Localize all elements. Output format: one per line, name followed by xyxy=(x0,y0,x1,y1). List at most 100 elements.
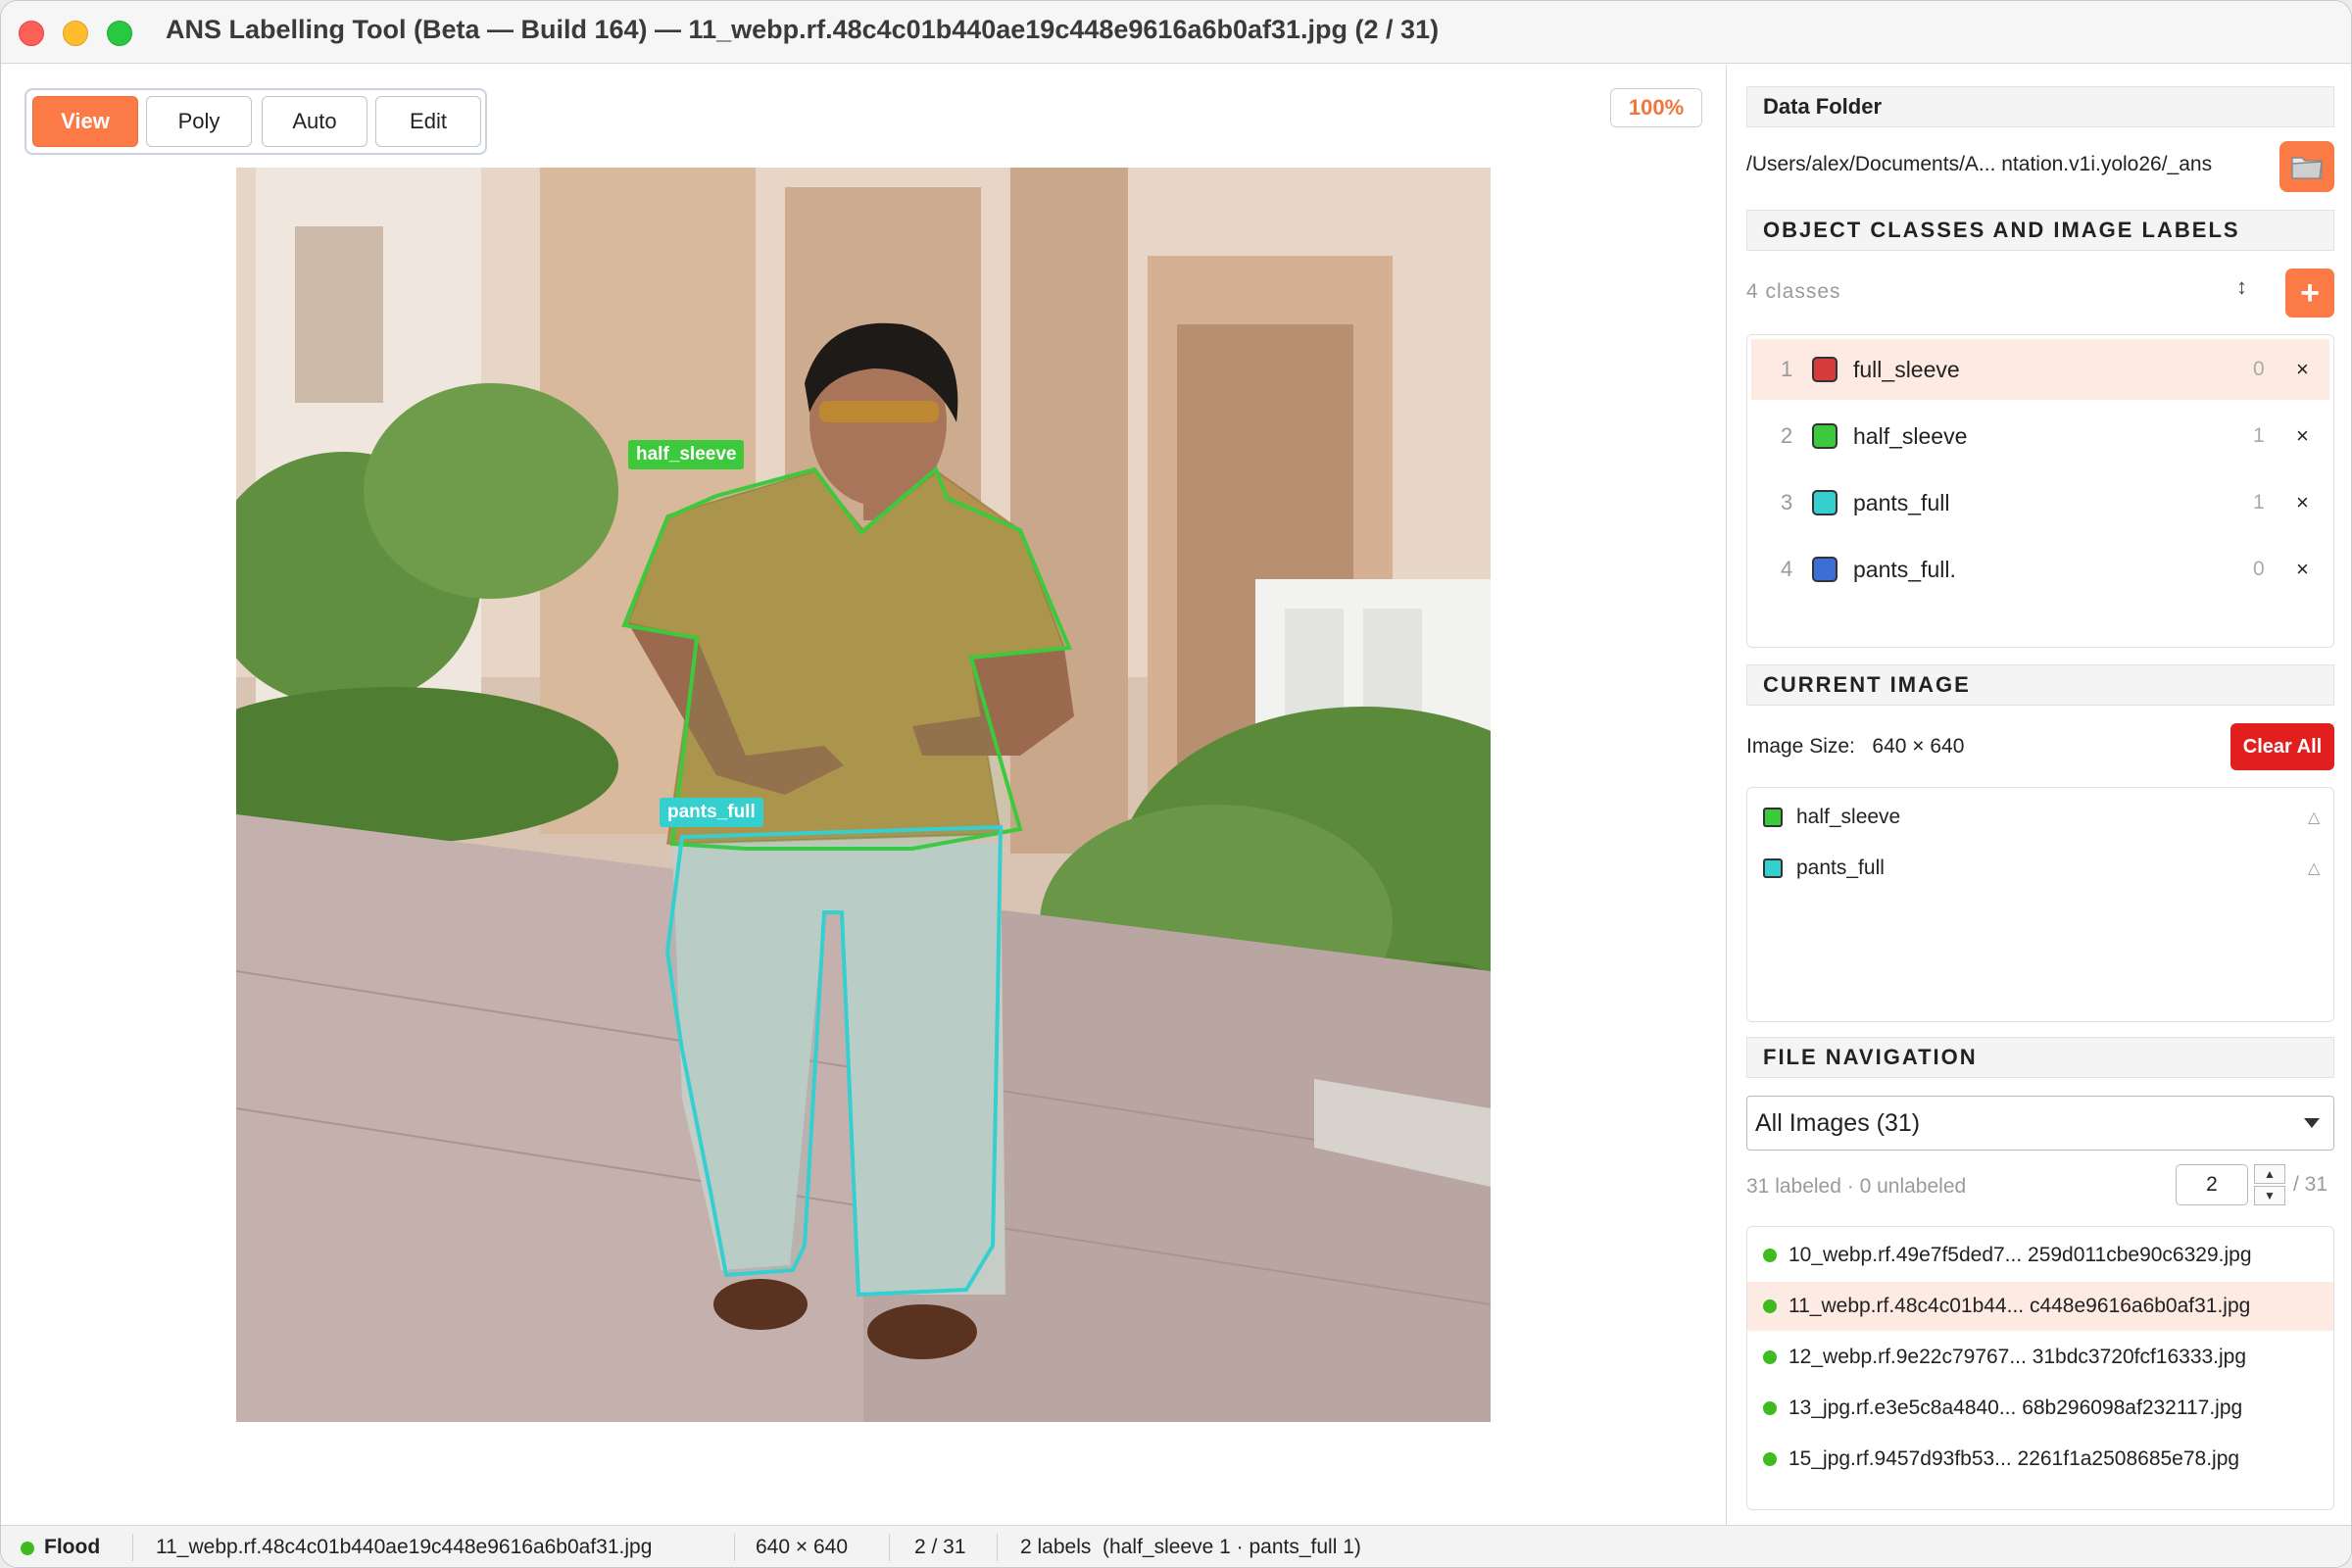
image-size: Image Size: 640 × 640 xyxy=(1746,735,1964,759)
current-image-heading: CURRENT IMAGE xyxy=(1746,664,2334,706)
status-dot xyxy=(21,1542,34,1555)
page-total: / 31 xyxy=(2293,1173,2328,1196)
image-filter-value: All Images (31) xyxy=(1755,1108,1921,1137)
class-name: half_sleeve xyxy=(1853,422,1968,449)
label-stats: 31 labeled · 0 unlabeled xyxy=(1746,1175,1967,1198)
class-color-swatch[interactable] xyxy=(1812,357,1838,382)
side-panel: Data Folder /Users/alex/Documents/A... n… xyxy=(1726,65,2351,1525)
page-stepper: ▲ ▼ xyxy=(2254,1164,2285,1205)
file-row[interactable]: 13_jpg.rf.e3e5c8a4840... 68b296098af2321… xyxy=(1747,1384,2333,1433)
file-name: 13_jpg.rf.e3e5c8a4840... 68b296098af2321… xyxy=(1788,1396,2243,1419)
clear-all-button[interactable]: Clear All xyxy=(2230,723,2334,770)
class-number: 3 xyxy=(1781,490,1793,514)
file-name: 10_webp.rf.49e7f5ded7... 259d011cbe90c63… xyxy=(1788,1244,2252,1266)
mode-toolbar: View Poly Auto Edit xyxy=(24,88,487,155)
image-filter-select[interactable]: All Images (31) xyxy=(1746,1096,2334,1151)
class-number: 2 xyxy=(1781,423,1793,448)
image-canvas xyxy=(236,168,1491,1422)
class-name: pants_full xyxy=(1853,489,1950,515)
labeled-status-dot xyxy=(1763,1350,1777,1364)
warning-triangle-icon: △ xyxy=(2308,860,2321,877)
delete-class-icon[interactable]: × xyxy=(2296,423,2309,449)
label-name: half_sleeve xyxy=(1796,806,1901,828)
warning-triangle-icon: △ xyxy=(2308,809,2321,826)
file-name: 11_webp.rf.48c4c01b44... c448e9616a6b0af… xyxy=(1788,1295,2251,1317)
status-bar: Flood 11_webp.rf.48c4c01b440ae19c448e961… xyxy=(1,1525,2351,1567)
labeled-status-dot xyxy=(1763,1452,1777,1466)
status-divider xyxy=(132,1534,133,1561)
stepper-up-button[interactable]: ▲ xyxy=(2254,1164,2285,1184)
label-name: pants_full xyxy=(1796,857,1885,879)
image-labels-list: half_sleeve △ pants_full △ xyxy=(1746,787,2334,1022)
minimize-window-button[interactable] xyxy=(63,21,88,46)
label-color-swatch xyxy=(1763,858,1783,878)
status-size: 640 × 640 xyxy=(756,1536,849,1558)
sort-icon[interactable]: ↕ xyxy=(2236,274,2247,300)
annotation-label-half-sleeve[interactable]: half_sleeve xyxy=(628,440,745,469)
image-label-row[interactable]: pants_full △ xyxy=(1747,843,2333,894)
annotated-image[interactable]: half_sleeve pants_full xyxy=(236,168,1491,1422)
class-row[interactable]: 3 pants_full 1 × xyxy=(1751,472,2329,533)
close-window-button[interactable] xyxy=(19,21,44,46)
class-count: 0 xyxy=(2253,558,2265,580)
page-number-input[interactable]: 2 xyxy=(2176,1164,2248,1205)
file-list[interactable]: 10_webp.rf.49e7f5ded7... 259d011cbe90c63… xyxy=(1746,1226,2334,1510)
zoom-level[interactable]: 100% xyxy=(1610,88,1702,127)
delete-class-icon[interactable]: × xyxy=(2296,357,2309,382)
add-class-button[interactable]: + xyxy=(2285,269,2334,318)
class-color-swatch[interactable] xyxy=(1812,423,1838,449)
image-size-value: 640 × 640 xyxy=(1872,735,1965,758)
class-list: 1 full_sleeve 0 × 2 half_sleeve 1 × 3 pa… xyxy=(1746,334,2334,648)
status-position: 2 / 31 xyxy=(914,1536,966,1558)
class-row[interactable]: 2 half_sleeve 1 × xyxy=(1751,406,2329,466)
classes-heading: OBJECT CLASSES AND IMAGE LABELS xyxy=(1746,210,2334,251)
poly-mode-button[interactable]: Poly xyxy=(146,96,252,147)
class-number: 4 xyxy=(1781,557,1793,581)
file-row[interactable]: 11_webp.rf.48c4c01b44... c448e9616a6b0af… xyxy=(1747,1282,2333,1331)
file-name: 15_jpg.rf.9457d93fb53... 2261f1a2508685e… xyxy=(1788,1447,2240,1470)
edit-mode-button[interactable]: Edit xyxy=(375,96,481,147)
status-file: 11_webp.rf.48c4c01b440ae19c448e9616a6b0a… xyxy=(156,1536,653,1558)
image-size-label: Image Size: xyxy=(1746,735,1855,758)
canvas-area[interactable]: View Poly Auto Edit 100% half_sleeve pan… xyxy=(1,65,1726,1525)
class-color-swatch[interactable] xyxy=(1812,490,1838,515)
delete-class-icon[interactable]: × xyxy=(2296,557,2309,582)
app-window: ANS Labelling Tool (Beta — Build 164) — … xyxy=(0,0,2352,1568)
class-color-swatch[interactable] xyxy=(1812,557,1838,582)
delete-class-icon[interactable]: × xyxy=(2296,490,2309,515)
class-count: 1 xyxy=(2253,491,2265,514)
status-divider xyxy=(889,1534,890,1561)
title-bar: ANS Labelling Tool (Beta — Build 164) — … xyxy=(1,1,2351,64)
class-row[interactable]: 4 pants_full. 0 × xyxy=(1751,539,2329,600)
file-row[interactable]: 10_webp.rf.49e7f5ded7... 259d011cbe90c63… xyxy=(1747,1231,2333,1280)
labeled-status-dot xyxy=(1763,1401,1777,1415)
zoom-window-button[interactable] xyxy=(107,21,132,46)
class-name: pants_full. xyxy=(1853,556,1956,582)
class-name: full_sleeve xyxy=(1853,356,1960,382)
status-divider xyxy=(734,1534,735,1561)
data-folder-heading: Data Folder xyxy=(1746,86,2334,127)
annotation-label-pants-full[interactable]: pants_full xyxy=(660,798,763,827)
label-color-swatch xyxy=(1763,808,1783,827)
status-labels: 2 labels (half_sleeve 1 · pants_full 1) xyxy=(1020,1536,1361,1558)
image-label-row[interactable]: half_sleeve △ xyxy=(1747,792,2333,843)
class-count: 1 xyxy=(2253,424,2265,447)
view-mode-button[interactable]: View xyxy=(32,96,138,147)
folder-icon xyxy=(2291,157,2323,179)
window-title: ANS Labelling Tool (Beta — Build 164) — … xyxy=(166,15,1440,44)
file-row[interactable]: 12_webp.rf.9e22c79767... 31bdc3720fcf163… xyxy=(1747,1333,2333,1382)
status-divider xyxy=(997,1534,998,1561)
file-row[interactable]: 15_jpg.rf.9457d93fb53... 2261f1a2508685e… xyxy=(1747,1435,2333,1484)
auto-mode-button[interactable]: Auto xyxy=(262,96,368,147)
class-number: 1 xyxy=(1781,357,1793,381)
class-row[interactable]: 1 full_sleeve 0 × xyxy=(1751,339,2329,400)
status-mode: Flood xyxy=(44,1536,101,1558)
labeled-status-dot xyxy=(1763,1249,1777,1262)
class-count: 0 xyxy=(2253,358,2265,380)
file-name: 12_webp.rf.9e22c79767... 31bdc3720fcf163… xyxy=(1788,1346,2247,1368)
file-navigation-heading: FILE NAVIGATION xyxy=(1746,1037,2334,1078)
stepper-down-button[interactable]: ▼ xyxy=(2254,1186,2285,1205)
open-folder-button[interactable] xyxy=(2279,141,2334,192)
classes-count: 4 classes xyxy=(1746,280,1841,303)
data-folder-path: /Users/alex/Documents/A... ntation.v1i.y… xyxy=(1746,153,2213,175)
